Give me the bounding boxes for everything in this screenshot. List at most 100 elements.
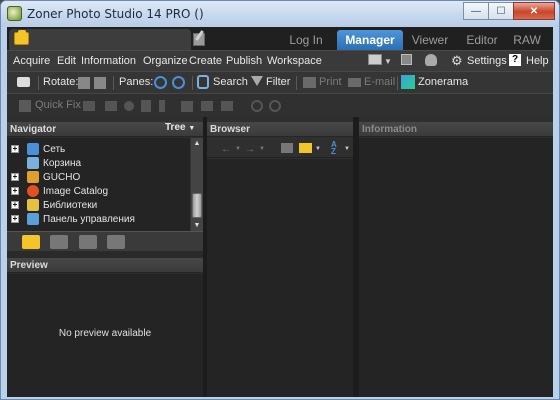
- effects-icon[interactable]: [221, 101, 233, 111]
- sort-az-icon[interactable]: AZ: [331, 141, 341, 156]
- navigator-scrollbar[interactable]: ▲ ▼: [190, 138, 203, 231]
- chevron-down-icon[interactable]: ▼: [344, 146, 350, 152]
- home-folder-tab[interactable]: [9, 29, 191, 50]
- network-icon: [27, 143, 39, 155]
- levels-icon[interactable]: [181, 101, 193, 112]
- tab-viewer[interactable]: Viewer: [404, 30, 456, 50]
- navigator-tabs: [7, 231, 203, 251]
- rotate-right-icon[interactable]: [94, 77, 106, 89]
- rotate-label: Rotate:: [43, 76, 79, 88]
- user-folder-icon: [27, 171, 39, 183]
- app-window: Zoner Photo Studio 14 PRO () — ☐ ✕ Log I…: [0, 0, 560, 400]
- tree-item-recycle-bin[interactable]: Корзина: [11, 156, 81, 170]
- chevron-down-icon[interactable]: ▼: [315, 146, 321, 152]
- filter-button[interactable]: Filter: [266, 76, 290, 88]
- new-folder-icon[interactable]: [299, 143, 312, 153]
- camera-tab-icon[interactable]: [79, 235, 97, 249]
- maximize-button[interactable]: ☐: [488, 2, 514, 20]
- minimize-button[interactable]: —: [463, 2, 489, 20]
- pane-info-icon[interactable]: [172, 76, 185, 89]
- batch-icon[interactable]: [251, 100, 263, 112]
- folders-tab-icon[interactable]: [22, 235, 40, 249]
- enhance-icon[interactable]: [83, 101, 95, 111]
- menu-information[interactable]: Information: [81, 55, 136, 67]
- chevron-down-icon[interactable]: ▼: [259, 146, 265, 152]
- expand-icon[interactable]: +: [11, 145, 19, 153]
- title-bar[interactable]: Zoner Photo Studio 14 PRO () — ☐ ✕: [1, 1, 559, 27]
- menu-acquire[interactable]: Acquire: [13, 55, 50, 67]
- scroll-thumb[interactable]: [192, 193, 202, 218]
- tree-item-label: Библиотеки: [43, 199, 98, 211]
- redeye-icon[interactable]: [124, 101, 134, 111]
- preview-header: Preview: [7, 258, 203, 273]
- chevron-down-icon: ▼: [188, 125, 196, 132]
- navigator-mode-label: Tree: [165, 122, 186, 133]
- close-button[interactable]: ✕: [513, 2, 555, 20]
- menu-bar: Acquire Edit Information Organize Create…: [7, 50, 553, 71]
- pane-navigator-icon[interactable]: [154, 76, 167, 89]
- rotate-left-icon[interactable]: [78, 77, 90, 89]
- help-button[interactable]: Help: [526, 55, 549, 67]
- monitor-icon[interactable]: [401, 54, 412, 65]
- tab-log-in[interactable]: Log In: [275, 30, 337, 50]
- batch-filter-icon[interactable]: [269, 100, 281, 112]
- albums-tab-icon[interactable]: [50, 235, 68, 249]
- menu-publish[interactable]: Publish: [226, 55, 262, 67]
- information-area: [359, 138, 553, 397]
- zoner-app-icon: [7, 6, 22, 21]
- tab-editor[interactable]: Editor: [457, 30, 507, 50]
- scroll-down-icon[interactable]: ▼: [191, 220, 203, 231]
- expand-icon[interactable]: +: [11, 215, 19, 223]
- tree-item-libraries[interactable]: + Библиотеки: [11, 198, 97, 212]
- scroll-up-icon[interactable]: ▲: [191, 138, 203, 149]
- folder-up-icon[interactable]: [281, 143, 293, 153]
- edit-notes-icon[interactable]: [191, 30, 205, 46]
- tree-item-gucho[interactable]: + GUCHO: [11, 170, 80, 184]
- gear-icon: ⚙: [451, 53, 463, 68]
- expand-icon[interactable]: +: [11, 201, 19, 209]
- control-panel-icon: [27, 213, 39, 225]
- navigator-mode-dropdown[interactable]: Tree ▼: [165, 122, 195, 133]
- tree-item-control-panel[interactable]: + Панель управления: [11, 212, 135, 226]
- browser-title: Browser: [210, 124, 251, 135]
- tree-item-label: Сеть: [43, 143, 66, 155]
- libraries-icon: [27, 199, 39, 211]
- brush-icon[interactable]: [141, 100, 151, 112]
- menu-edit[interactable]: Edit: [57, 55, 76, 67]
- menu-create[interactable]: Create: [189, 55, 222, 67]
- crop-icon[interactable]: [105, 101, 117, 111]
- search-button[interactable]: Search: [213, 76, 248, 88]
- binoculars-icon: [197, 75, 209, 89]
- print-button[interactable]: Print: [319, 76, 342, 88]
- information-header: Information: [359, 122, 553, 137]
- menu-workspace[interactable]: Workspace: [267, 55, 322, 67]
- printer-icon: [303, 77, 316, 88]
- expand-icon[interactable]: +: [11, 187, 19, 195]
- catalog-tab-icon[interactable]: [107, 235, 125, 249]
- quick-fix-button[interactable]: Quick Fix: [35, 99, 81, 111]
- layout-icon[interactable]: [368, 54, 382, 65]
- watermark-icon[interactable]: [201, 101, 213, 111]
- settings-button[interactable]: Settings: [467, 55, 507, 67]
- tree-item-label: Image Catalog: [43, 185, 109, 197]
- camera-icon[interactable]: [17, 77, 30, 87]
- browser-file-area[interactable]: [207, 159, 353, 397]
- chevron-down-icon[interactable]: ▼: [384, 57, 392, 66]
- navigator-tree: + Сеть Корзина + GUCHO + Image Catalog +: [7, 138, 203, 231]
- email-button[interactable]: E-mail: [364, 76, 395, 88]
- sharpen-icon[interactable]: [159, 100, 165, 112]
- tab-manager[interactable]: Manager: [337, 30, 403, 50]
- tree-item-image-catalog[interactable]: + Image Catalog: [11, 184, 108, 198]
- expand-icon[interactable]: +: [11, 173, 19, 181]
- chevron-down-icon[interactable]: ▼: [235, 146, 241, 152]
- menu-organize[interactable]: Organize: [143, 55, 188, 67]
- back-arrow-icon[interactable]: ←: [221, 144, 231, 155]
- tab-raw[interactable]: RAW: [507, 30, 547, 50]
- zonerama-button[interactable]: Zonerama: [418, 76, 468, 88]
- user-icon[interactable]: [425, 54, 437, 66]
- preview-splitter[interactable]: [7, 251, 203, 258]
- forward-arrow-icon[interactable]: →: [245, 144, 255, 155]
- edit-toolbar: Quick Fix: [7, 93, 553, 117]
- tree-item-label: Панель управления: [43, 213, 135, 225]
- tree-item-network[interactable]: + Сеть: [11, 142, 65, 156]
